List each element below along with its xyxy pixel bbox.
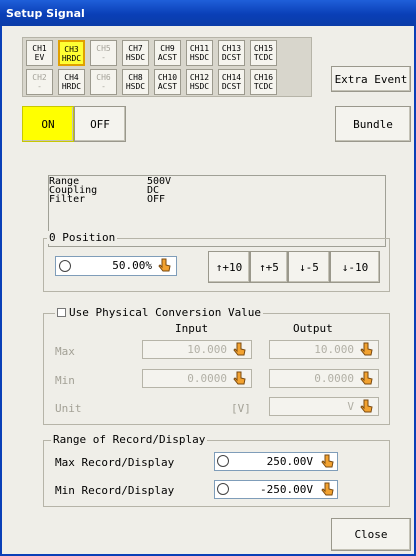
zero-position-value: 50.00% (112, 259, 152, 272)
channel-button-ch2[interactable]: CH2- (26, 69, 53, 95)
hand-pointer-icon[interactable] (233, 371, 247, 389)
output-header: Output (293, 322, 333, 335)
hand-pointer-icon[interactable] (321, 482, 335, 500)
window-titlebar[interactable]: Setup Signal (0, 0, 416, 26)
channel-button-ch1[interactable]: CH1 EV (26, 40, 53, 66)
max-record-label: Max Record/Display (55, 456, 175, 469)
window-title: Setup Signal (6, 7, 85, 20)
channel-id: CH9 (160, 44, 175, 53)
unit-input-value: [V] (231, 402, 251, 415)
zero-position-label: 0 Position (47, 231, 118, 244)
channel-button-ch5[interactable]: CH5- (90, 40, 117, 66)
channel-type: DCST (221, 82, 242, 91)
channel-id: CH16 (253, 73, 274, 82)
channel-type: DCST (221, 53, 242, 62)
channel-button-ch14[interactable]: CH14 DCST (218, 69, 245, 95)
unit-label: Unit (55, 402, 82, 415)
channel-button-ch6[interactable]: CH6- (90, 69, 117, 95)
spin-dial-icon (217, 455, 229, 467)
channel-type: - (101, 82, 106, 91)
hand-pointer-icon[interactable] (360, 371, 374, 389)
spin-dial-icon (59, 260, 71, 272)
channel-id: CH7 (128, 44, 143, 53)
channel-button-ch15[interactable]: CH15 TCDC (250, 40, 277, 66)
channel-id: CH11 (189, 44, 210, 53)
channel-type: TCDC (253, 82, 274, 91)
hand-pointer-icon[interactable] (321, 454, 335, 472)
channel-id: CH12 (189, 73, 210, 82)
channel-id: CH4 (64, 73, 79, 82)
channel-grid: CH1 EV CH3 HRDC CH5- CH7 HSDC CH9 ACST CH11 HSDC CH… (22, 37, 312, 97)
channel-type: - (101, 53, 106, 62)
close-button[interactable]: Close (331, 518, 411, 551)
hand-pointer-icon[interactable] (360, 399, 374, 417)
position-up-5-button[interactable]: ↑+5 (250, 251, 288, 283)
channel-button-ch12[interactable]: CH12 HSDC (186, 69, 213, 95)
channel-type: ACST (157, 53, 178, 62)
channel-button-ch16[interactable]: CH16 TCDC (250, 69, 277, 95)
extra-event-label: Extra Event (334, 72, 408, 86)
channel-id: CH15 (253, 44, 274, 53)
channel-type: HSDC (125, 82, 146, 91)
physical-conversion-label: Use Physical Conversion Value (69, 306, 262, 319)
channel-id: CH3 (64, 45, 79, 54)
channel-type: EV (34, 53, 45, 62)
channel-type: HSDC (189, 82, 210, 91)
channel-type: HRDC (61, 82, 82, 91)
range-display-label: Range of Record/Display (51, 433, 208, 446)
channel-type: HSDC (189, 53, 210, 62)
position-down-10-button[interactable]: ↓-10 (330, 251, 380, 283)
hand-pointer-icon[interactable] (233, 342, 247, 360)
channel-button-ch10[interactable]: CH10 ACST (154, 69, 181, 95)
min-record-label: Min Record/Display (55, 484, 175, 497)
position-up-10-button[interactable]: ↑+10 (208, 251, 250, 283)
hand-pointer-icon[interactable] (360, 342, 374, 360)
physical-conversion-toggle[interactable]: Use Physical Conversion Value (55, 306, 264, 319)
min-label: Min (55, 374, 75, 387)
spin-dial-icon (217, 483, 229, 495)
channel-button-ch8[interactable]: CH8 HSDC (122, 69, 149, 95)
channel-type: HRDC (61, 54, 82, 63)
hand-pointer-icon[interactable] (158, 258, 172, 276)
physical-conversion-checkbox[interactable] (57, 308, 66, 317)
channel-type: ACST (157, 82, 178, 91)
on-button[interactable]: ON (22, 106, 74, 142)
channel-type: - (37, 82, 42, 91)
off-button[interactable]: OFF (74, 106, 126, 142)
channel-button-ch4[interactable]: CH4 HRDC (58, 69, 85, 95)
channel-id: CH5 (96, 44, 111, 53)
close-label: Close (354, 528, 388, 541)
channel-type: TCDC (253, 53, 274, 62)
channel-button-ch13[interactable]: CH13 DCST (218, 40, 245, 66)
min-record-field[interactable]: -250.00V (214, 480, 338, 499)
off-label: OFF (90, 117, 110, 131)
bundle-label: Bundle (353, 117, 393, 131)
channel-button-ch3[interactable]: CH3 HRDC (58, 40, 85, 66)
channel-id: CH13 (221, 44, 242, 53)
channel-button-ch7[interactable]: CH7 HSDC (122, 40, 149, 66)
on-label: ON (41, 117, 55, 131)
position-down-5-button[interactable]: ↓-5 (288, 251, 330, 283)
bundle-button[interactable]: Bundle (335, 106, 411, 142)
channel-id: CH6 (96, 73, 111, 82)
input-header: Input (175, 322, 209, 335)
extra-event-button[interactable]: Extra Event (331, 66, 411, 92)
channel-id: CH14 (221, 73, 242, 82)
max-record-field[interactable]: 250.00V (214, 452, 338, 471)
channel-id: CH2 (32, 73, 47, 82)
channel-button-ch11[interactable]: CH11 HSDC (186, 40, 213, 66)
channel-id: CH10 (157, 73, 178, 82)
channel-button-ch9[interactable]: CH9 ACST (154, 40, 181, 66)
channel-type: HSDC (125, 53, 146, 62)
channel-id: CH1 (32, 44, 47, 53)
max-label: Max (55, 345, 75, 358)
channel-id: CH8 (128, 73, 143, 82)
